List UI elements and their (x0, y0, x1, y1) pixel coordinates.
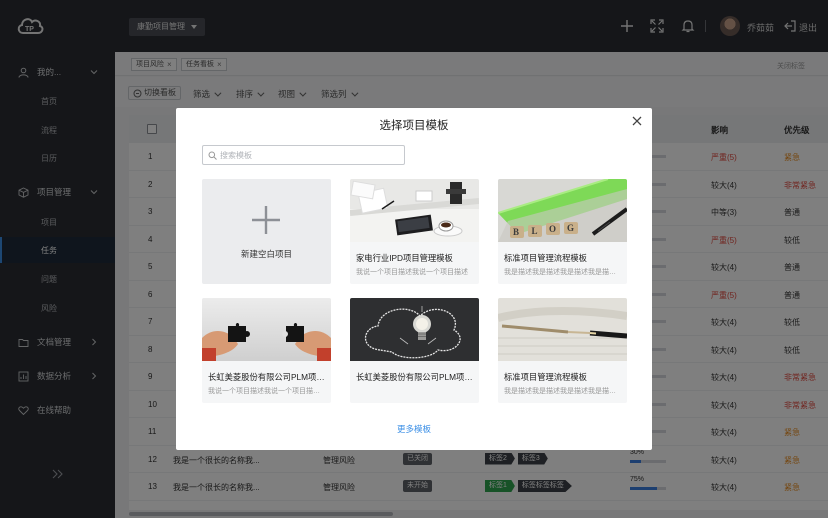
template-card[interactable]: B L O G 标准项目管理流程模板 我是描述我是描述我是描述我是描述我是描述 (498, 179, 627, 284)
template-description: 我是描述我是描述我是描述我是描述我是描述 (504, 269, 622, 276)
pen-photo (498, 298, 627, 361)
close-icon[interactable] (631, 115, 643, 127)
app-window: TP 康勤项目管理 乔茹茹 退出 我的... 首页 流程 日历 (0, 0, 828, 518)
svg-text:B: B (513, 227, 519, 237)
template-card[interactable]: 长虹美菱股份有限公司PLM项目管理 我说一个项目描述我说一个项目描述我说一个项目… (202, 298, 331, 403)
lightbulb-photo (350, 298, 479, 361)
template-title: 长虹美菱股份有限公司PLM项目管理 (208, 372, 326, 382)
template-description: 我是描述我是描述我是描述我是描述我是描述 (504, 388, 622, 395)
new-blank-project-card[interactable]: 新建空白项目 (202, 179, 331, 284)
svg-text:O: O (549, 224, 556, 234)
template-title: 标准项目管理流程模板 (504, 253, 587, 263)
modal-title: 选择项目模板 (379, 120, 449, 132)
template-card[interactable]: 家电行业IPD项目管理模板 我说一个项目描述我说一个项目描述 (350, 179, 479, 284)
template-card[interactable]: 标准项目管理流程模板 我是描述我是描述我是描述我是描述我是描述 (498, 298, 627, 403)
search-input[interactable] (220, 148, 400, 162)
template-search (202, 145, 405, 165)
puzzle-photo (202, 298, 331, 361)
svg-text:G: G (567, 223, 574, 233)
search-icon (208, 151, 217, 160)
more-templates-link[interactable]: 更多模板 (176, 423, 652, 435)
svg-text:L: L (532, 226, 538, 236)
plus-icon (252, 206, 280, 234)
blog-blocks-photo: B L O G (498, 179, 627, 242)
desk-photo (350, 179, 479, 242)
template-card[interactable]: 长虹美菱股份有限公司PLM项目管理 (350, 298, 479, 403)
template-description: 我说一个项目描述我说一个项目描述我说一个项目描述 (208, 388, 326, 395)
template-description: 我说一个项目描述我说一个项目描述 (356, 269, 468, 276)
template-title: 长虹美菱股份有限公司PLM项目管理 (356, 372, 474, 382)
template-title: 标准项目管理流程模板 (504, 372, 587, 382)
template-modal: 选择项目模板 新建空白项目 (176, 108, 652, 450)
new-blank-project-label: 新建空白项目 (240, 249, 292, 259)
template-title: 家电行业IPD项目管理模板 (356, 253, 453, 263)
